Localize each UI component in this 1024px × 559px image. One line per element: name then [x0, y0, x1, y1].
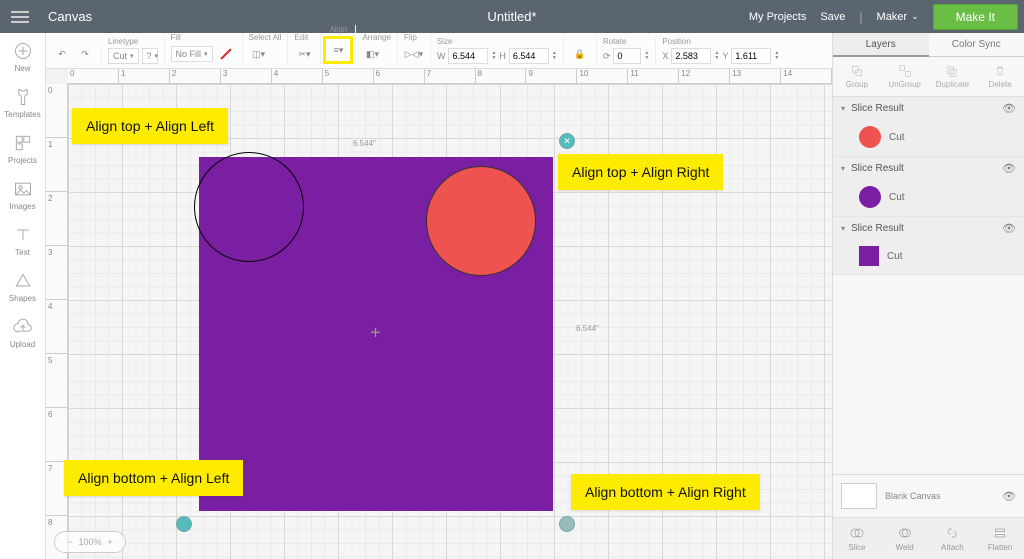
redo-button[interactable]: ↷: [75, 44, 95, 64]
delete-button[interactable]: Delete: [976, 57, 1024, 96]
canvas-preview[interactable]: Blank Canvas 👁: [833, 474, 1024, 517]
color-picker[interactable]: [216, 44, 236, 64]
circle-outline-shape[interactable]: [194, 152, 304, 262]
rotate-label: Rotate: [603, 37, 650, 46]
height-input[interactable]: [509, 48, 549, 64]
tab-colorsync[interactable]: Color Sync: [929, 33, 1024, 57]
top-header: Canvas Untitled* My Projects Save | Make…: [0, 0, 1024, 33]
slice-button[interactable]: Slice: [833, 518, 881, 559]
layer-name: Slice Result: [851, 103, 904, 114]
canvas-grid: ✕ + 6.544" 6.544" Align top + Align Left…: [68, 84, 832, 559]
height-dim-label: 6.544": [576, 324, 599, 333]
undo-button[interactable]: ↶: [52, 44, 72, 64]
x-label: X: [662, 51, 668, 61]
size-label: Size: [437, 37, 557, 46]
edit-label: Edit: [294, 33, 314, 42]
rotate-icon: ⟳: [603, 51, 611, 62]
note-top-left: Align top + Align Left: [72, 108, 228, 144]
make-it-button[interactable]: Make It: [933, 4, 1018, 30]
layer-item[interactable]: ▾ Slice Result 👁 Cut: [833, 97, 1024, 157]
x-input[interactable]: [671, 48, 711, 64]
visibility-icon[interactable]: 👁: [1002, 162, 1016, 175]
flip-label: Flip: [404, 33, 424, 42]
sidebar-text[interactable]: Text: [0, 225, 46, 257]
attach-button[interactable]: Attach: [929, 518, 977, 559]
layer-sublabel: Cut: [887, 251, 903, 262]
right-panel: Layers Color Sync Group UnGroup Duplicat…: [832, 33, 1024, 559]
layer-name: Slice Result: [851, 163, 904, 174]
sidebar-new[interactable]: New: [0, 41, 46, 73]
width-input[interactable]: [448, 48, 488, 64]
select-all-button[interactable]: ◫▾: [249, 44, 269, 64]
edit-button[interactable]: ✂▾: [294, 44, 314, 64]
lineweight-select[interactable]: ?: [142, 48, 158, 64]
note-bottom-left: Align bottom + Align Left: [64, 460, 243, 496]
layer-swatch: [859, 186, 881, 208]
canvas-name: Blank Canvas: [885, 491, 941, 501]
width-dim-label: 6.544": [353, 139, 376, 148]
layer-swatch: [859, 246, 879, 266]
menu-icon[interactable]: [0, 11, 40, 23]
visibility-icon[interactable]: 👁: [1002, 222, 1016, 235]
layer-sublabel: Cut: [889, 132, 905, 143]
rotate-input[interactable]: [613, 48, 641, 64]
layer-swatch: [859, 126, 881, 148]
my-projects-link[interactable]: My Projects: [749, 11, 806, 23]
sidebar-templates[interactable]: Templates: [0, 87, 46, 119]
align-button[interactable]: ≡▾: [323, 36, 353, 64]
fill-label: Fill: [171, 33, 236, 42]
position-label: Position: [662, 37, 779, 46]
h-label: H: [499, 51, 506, 61]
machine-select[interactable]: Maker⌄: [877, 11, 919, 23]
note-bottom-right: Align bottom + Align Right: [571, 474, 760, 510]
save-link[interactable]: Save: [820, 11, 845, 23]
app-brand: Canvas: [48, 9, 92, 24]
y-input[interactable]: [731, 48, 771, 64]
ungroup-button[interactable]: UnGroup: [881, 57, 929, 96]
note-top-right: Align top + Align Right: [558, 154, 723, 190]
flatten-button[interactable]: Flatten: [976, 518, 1024, 559]
visibility-icon[interactable]: 👁: [1002, 490, 1016, 503]
tab-layers[interactable]: Layers: [833, 33, 929, 57]
lock-aspect-button[interactable]: 🔒: [570, 44, 590, 64]
layer-name: Slice Result: [851, 223, 904, 234]
duplicate-button[interactable]: Duplicate: [929, 57, 977, 96]
document-title: Untitled*: [487, 9, 536, 24]
resize-handle[interactable]: [559, 516, 575, 532]
visibility-icon[interactable]: 👁: [1002, 102, 1016, 115]
header-divider: |: [859, 10, 862, 24]
chevron-down-icon: ▾: [841, 104, 845, 113]
left-sidebar: New Templates Projects Images Text Shape…: [0, 33, 46, 559]
w-label: W: [437, 51, 446, 61]
sidebar-shapes[interactable]: Shapes: [0, 271, 46, 303]
property-toolbar: ↶ ↷ Linetype Cut ? Fill No Fill Select A…: [46, 33, 832, 69]
flip-button[interactable]: ▷◁▾: [404, 44, 424, 64]
y-label: Y: [722, 51, 728, 61]
delete-handle[interactable]: ✕: [559, 133, 575, 149]
red-circle-shape[interactable]: [426, 166, 536, 276]
arrange-button[interactable]: ◧▾: [362, 44, 382, 64]
zoom-control[interactable]: −100%+: [54, 531, 126, 553]
arrange-label: Arrange: [362, 33, 390, 42]
align-label: Align: [323, 25, 353, 34]
fill-select[interactable]: No Fill: [171, 46, 213, 62]
canvas-area[interactable]: 01234567891011121314 0123456789 ✕ + 6.54…: [46, 69, 832, 559]
linetype-select[interactable]: Cut: [108, 48, 139, 64]
sidebar-images[interactable]: Images: [0, 179, 46, 211]
chevron-down-icon: ▾: [841, 164, 845, 173]
weld-button[interactable]: Weld: [881, 518, 929, 559]
layer-item[interactable]: ▾ Slice Result 👁 Cut: [833, 157, 1024, 217]
group-button[interactable]: Group: [833, 57, 881, 96]
selectall-label: Select All: [249, 33, 282, 42]
sidebar-projects[interactable]: Projects: [0, 133, 46, 165]
rotate-handle[interactable]: [176, 516, 192, 532]
layer-item[interactable]: ▾ Slice Result 👁 Cut: [833, 217, 1024, 275]
layer-list: ▾ Slice Result 👁 Cut ▾ Slice Result 👁 Cut ▾ Slice…: [833, 97, 1024, 474]
sidebar-upload[interactable]: Upload: [0, 317, 46, 349]
linetype-label: Linetype: [108, 37, 158, 46]
layer-sublabel: Cut: [889, 192, 905, 203]
chevron-down-icon: ▾: [841, 224, 845, 233]
canvas-thumb: [841, 483, 877, 509]
ruler-horizontal: 01234567891011121314: [68, 69, 832, 84]
